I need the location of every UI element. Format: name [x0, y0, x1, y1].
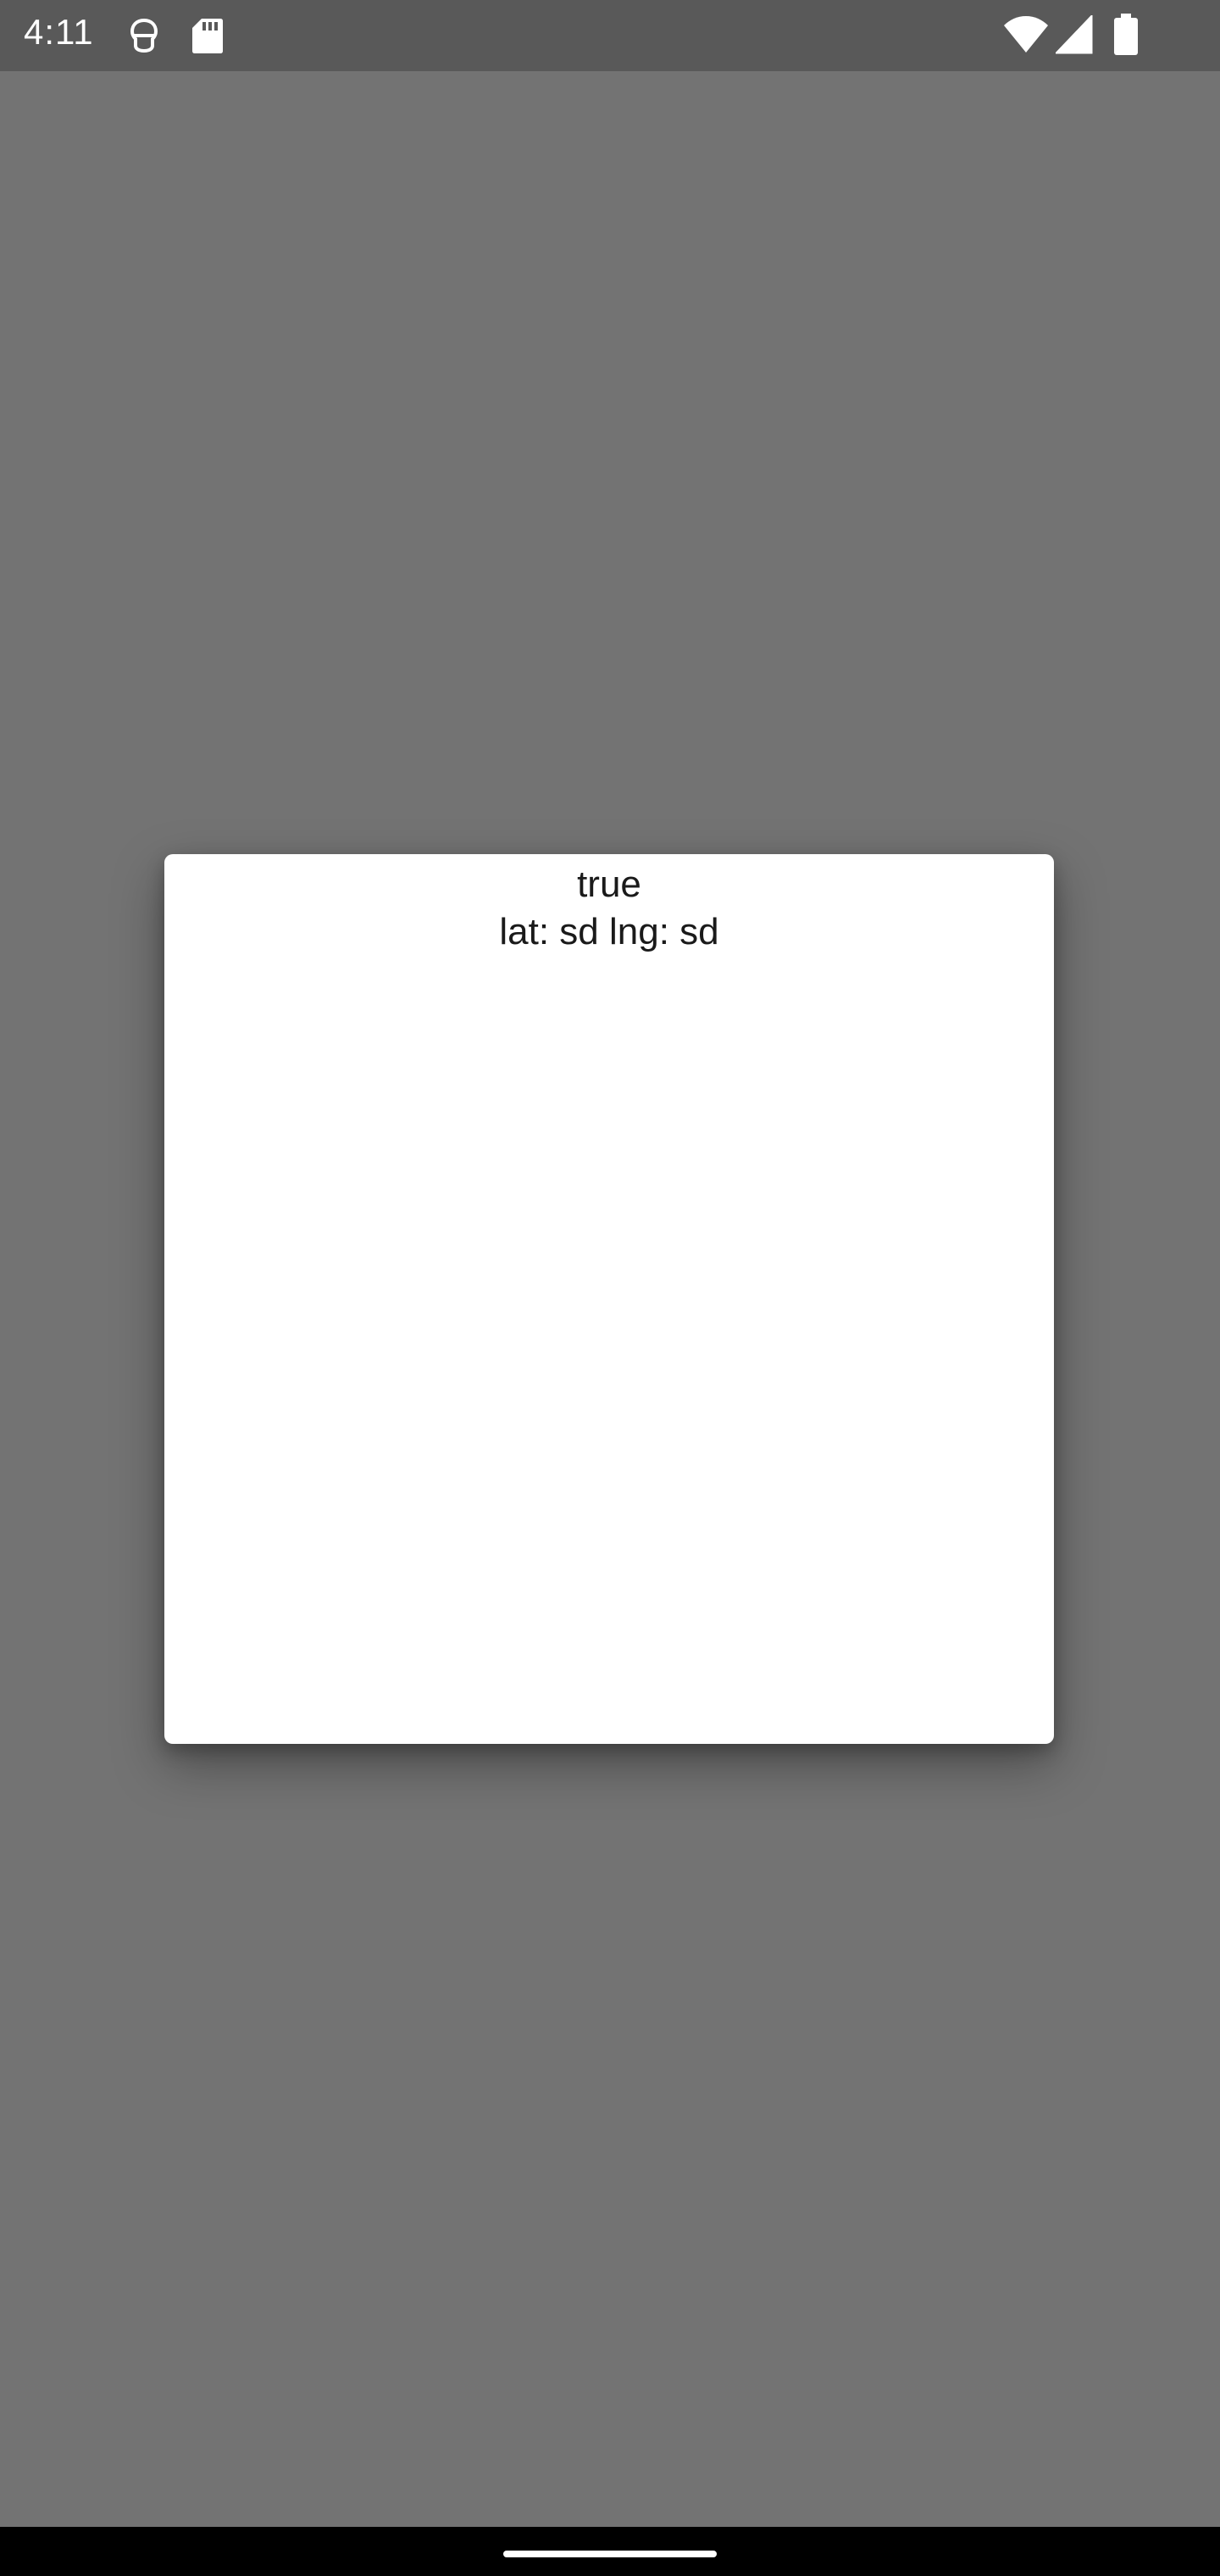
- navigation-bar: [0, 2527, 1220, 2576]
- status-time: 4:11: [24, 12, 94, 52]
- dialog-status-text: true: [577, 863, 641, 905]
- battery-icon: [1114, 14, 1138, 55]
- dialog[interactable]: true lat: sd lng: sd: [164, 854, 1054, 1744]
- wifi-icon: [1004, 16, 1048, 53]
- location-icon: [130, 18, 158, 53]
- status-bar: 4:11: [0, 0, 1220, 71]
- dialog-location-text: lat: sd lng: sd: [499, 911, 719, 952]
- signal-icon: [1056, 15, 1093, 54]
- screen: 4:11 true lat: sd lng: sd: [0, 0, 1220, 2576]
- sd-card-icon: [192, 19, 223, 53]
- home-handle[interactable]: [503, 2551, 717, 2557]
